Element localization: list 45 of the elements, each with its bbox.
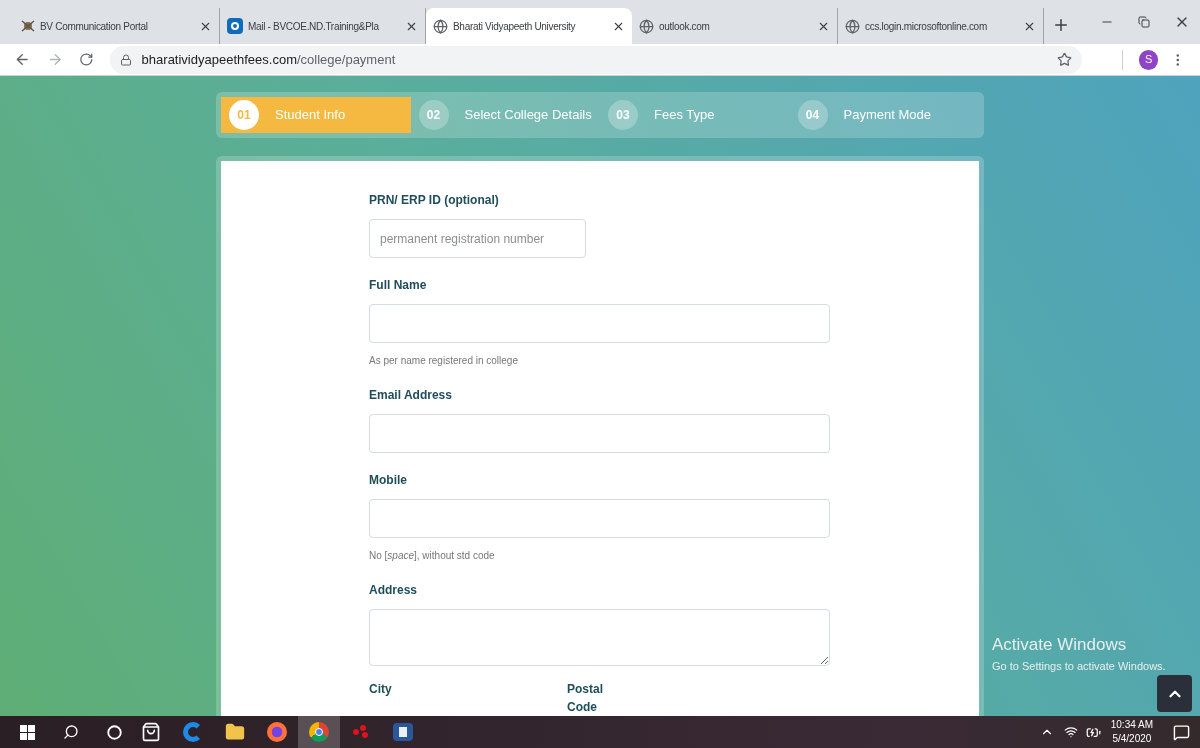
globe-icon [433,18,448,34]
input-field[interactable] [369,304,830,343]
field-label: Postal Code [567,681,604,716]
clock-date: 5/4/2020 [1112,732,1152,746]
mail-app-icon [227,18,243,34]
search-icon[interactable] [63,724,79,740]
field-label: City [369,681,393,698]
circle-icon[interactable] [107,724,122,740]
bookmark-star-icon[interactable] [1057,52,1073,67]
restore-icon[interactable] [1138,16,1150,28]
tab-title: Bharati Vidyapeeth University [453,19,576,34]
help-text: As per name registered in college [369,354,519,368]
input-field[interactable] [369,499,830,538]
reload-icon[interactable] [79,52,94,67]
wifi-icon[interactable] [1063,725,1078,739]
browser-tab[interactable]: Bharati Vidyapeeth University [426,8,632,44]
address-bar[interactable]: bharatividyapeethfees.com/college/payment [109,45,1083,74]
field-label: Address [369,582,419,599]
profile-avatar[interactable]: S [1139,49,1159,70]
field-label: PRN/ ERP ID (optional) [369,192,500,209]
tab-title: outlook.com [659,19,710,34]
clock-time: 10:34 AM [1110,718,1153,732]
field-label: Full Name [369,277,428,294]
activation-subtitle: Go to Settings to activate Windows. [992,658,1166,674]
globe-icon [845,18,860,34]
folder-icon[interactable] [225,722,245,742]
input-field[interactable]: permanent registration number [369,219,586,258]
document-app-icon[interactable] [393,723,413,741]
input-field[interactable] [369,414,830,453]
field-label: Email Address [369,387,453,404]
tab-title: Mail - BVCOE.ND.Training&Pla [248,19,379,34]
scroll-top-button[interactable] [1157,675,1192,712]
tab-title: ccs.login.microsoftonline.com [865,19,987,34]
help-text: No [space], without std code [369,549,496,563]
globe-icon [639,18,654,34]
activation-title: Activate Windows [992,634,1128,656]
field-label: Mobile [369,472,408,489]
tab-title: BV Communication Portal [40,19,148,34]
lock-icon [119,53,132,66]
notification-icon[interactable] [1173,723,1190,741]
windows-logo-icon[interactable] [20,724,35,740]
shopping-bag-icon[interactable] [141,722,161,742]
new-tab-icon[interactable] [1052,16,1070,34]
back-icon[interactable] [14,51,31,68]
chrome-icon[interactable] [309,722,329,742]
